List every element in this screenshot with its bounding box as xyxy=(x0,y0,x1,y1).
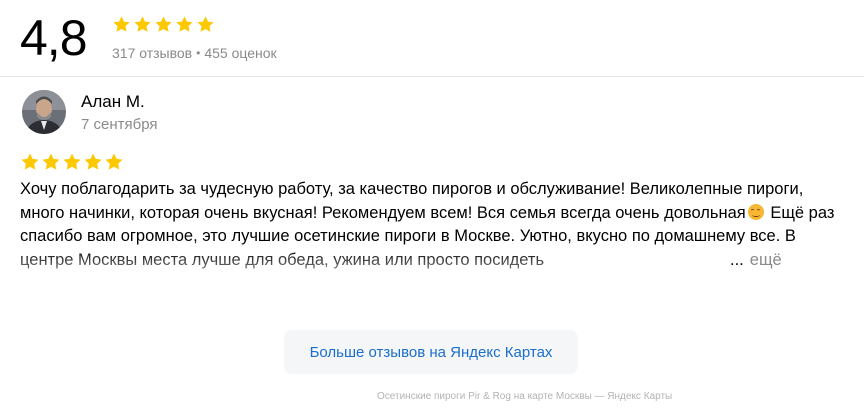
footer-caption[interactable]: Осетинские пироги Pir & Rog на карте Мос… xyxy=(377,391,672,402)
summary-stars xyxy=(112,15,215,34)
star-icon xyxy=(197,16,214,32)
ratings-count: 455 оценок xyxy=(204,45,277,61)
ellipsis: ... xyxy=(730,251,744,270)
separator-dot: • xyxy=(196,46,201,60)
expand-review[interactable]: ... ещё xyxy=(640,249,782,273)
star-icon xyxy=(134,16,151,32)
average-rating: 4,8 xyxy=(20,10,88,66)
star-icon xyxy=(42,153,60,170)
smiling-face-icon xyxy=(747,203,764,220)
star-icon xyxy=(21,153,39,170)
review-stars xyxy=(20,152,124,172)
star-icon xyxy=(105,153,123,170)
reviews-count: 317 отзывов xyxy=(112,45,193,61)
avatar[interactable] xyxy=(22,90,66,134)
star-icon xyxy=(176,16,193,32)
review-counts: 317 отзывов • 455 оценок xyxy=(112,44,277,62)
more-link[interactable]: ещё xyxy=(750,249,782,273)
rating-summary: 4,8 317 отзывов • 455 оценок xyxy=(0,0,864,77)
star-icon xyxy=(63,153,81,170)
star-icon xyxy=(84,153,102,170)
more-reviews-button[interactable]: Больше отзывов на Яндекс Картах xyxy=(284,330,578,374)
review-text-part1: Хочу поблагодарить за чудесную работу, з… xyxy=(20,180,804,222)
review-date: 7 сентября xyxy=(81,116,158,133)
review-author[interactable]: Алан М. xyxy=(81,91,145,113)
star-icon xyxy=(155,16,172,32)
star-icon xyxy=(113,16,130,32)
user-photo-icon xyxy=(22,90,66,134)
